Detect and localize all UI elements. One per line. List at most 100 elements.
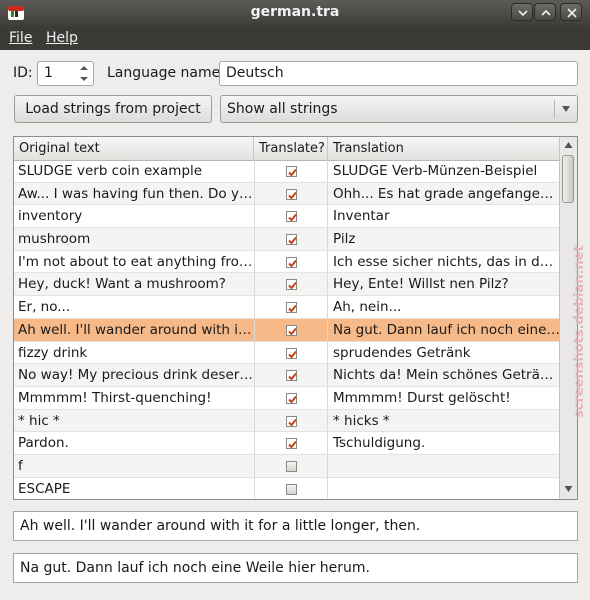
original-text-cell[interactable]: inventory	[14, 205, 254, 227]
minimize-button[interactable]	[511, 3, 533, 21]
translation-cell[interactable]: SLUDGE Verb-Münzen-Beispiel	[328, 160, 560, 182]
translate-checkbox[interactable]	[286, 234, 297, 246]
original-text-cell[interactable]: Hey, duck! Want a mushroom?	[14, 273, 254, 295]
translation-cell[interactable]: Ohh... Es hat grade angefangen, ...	[328, 183, 560, 205]
translate-checkbox[interactable]	[286, 392, 297, 404]
table-row[interactable]: fizzy drink sprudendes Getränk	[14, 341, 560, 365]
chevron-down-icon	[562, 106, 570, 112]
table-row[interactable]: Hey, duck! Want a mushroom? Hey, Ente! Wi…	[14, 273, 560, 297]
title-bar: german.tra	[0, 0, 590, 26]
filter-dropdown[interactable]: Show all strings	[220, 95, 578, 123]
original-text-cell[interactable]: fizzy drink	[14, 342, 254, 364]
translation-cell[interactable]: sprudendes Getränk	[328, 342, 560, 364]
translate-checkbox[interactable]	[286, 438, 297, 450]
table-row[interactable]: I'm not about to eat anything from... Ich…	[14, 250, 560, 274]
table-row[interactable]: No way! My precious drink deserv... Nicht…	[14, 364, 560, 387]
translation-cell[interactable]: Ah, nein...	[328, 296, 560, 318]
checkmark-icon	[288, 304, 297, 313]
translate-cell	[254, 432, 328, 455]
table-row[interactable]: inventory Inventar	[14, 205, 560, 229]
language-name-input[interactable]: Deutsch	[219, 61, 578, 86]
table-row[interactable]: mushroom Pilz	[14, 228, 560, 251]
translation-cell[interactable]: * hicks *	[328, 410, 560, 432]
strings-table[interactable]: Original text Translate? Translation SLU…	[13, 136, 578, 500]
translate-checkbox[interactable]	[286, 211, 297, 223]
translate-checkbox[interactable]	[286, 324, 297, 336]
translation-cell[interactable]	[328, 478, 560, 499]
header-original-text[interactable]: Original text	[14, 137, 254, 160]
translate-checkbox[interactable]	[286, 188, 297, 200]
scroll-down-icon[interactable]	[564, 485, 573, 493]
table-row[interactable]: SLUDGE verb coin example SLUDGE Verb-Münz…	[14, 160, 560, 183]
original-text-cell[interactable]: Pardon.	[14, 432, 254, 454]
original-text-cell[interactable]: ESCAPE	[14, 478, 254, 499]
original-text-cell[interactable]: * hic *	[14, 410, 254, 432]
translate-checkbox[interactable]	[286, 166, 297, 177]
table-row[interactable]: Er, no... Ah, nein...	[14, 296, 560, 319]
translate-checkbox[interactable]	[286, 483, 297, 495]
original-text-cell[interactable]: Mmmmm! Thirst-quenching!	[14, 387, 254, 409]
translation-cell[interactable]: Nichts da! Mein schönes Getränk...	[328, 364, 560, 386]
translate-checkbox[interactable]	[286, 256, 297, 268]
checkmark-icon	[288, 191, 297, 200]
table-row[interactable]: Ah well. I'll wander around with it ... N…	[14, 318, 560, 342]
original-text-cell[interactable]: Er, no...	[14, 296, 254, 318]
id-value[interactable]: 1	[44, 65, 53, 81]
menu-bar: File Help	[0, 26, 590, 50]
translate-checkbox[interactable]	[286, 415, 297, 427]
original-text-cell[interactable]: No way! My precious drink deserv...	[14, 364, 254, 386]
load-strings-button[interactable]: Load strings from project	[14, 95, 212, 123]
checkmark-icon	[288, 418, 297, 427]
maximize-button[interactable]	[534, 3, 556, 21]
translation-cell[interactable]: Hey, Ente! Willst nen Pilz?	[328, 273, 560, 295]
table-row[interactable]: ESCAPE	[14, 477, 560, 499]
translate-cell	[254, 364, 328, 387]
checkmark-icon	[288, 282, 297, 290]
table-row[interactable]: * hic * * hicks *	[14, 409, 560, 433]
id-label: ID:	[13, 65, 33, 81]
scroll-up-icon[interactable]	[564, 141, 573, 149]
spin-down-icon[interactable]	[77, 74, 91, 84]
checkmark-icon	[288, 236, 297, 245]
table-row[interactable]: Aw... I was having fun then. Do yo... Ohh…	[14, 182, 560, 206]
table-header: Original text Translate? Translation	[14, 137, 560, 161]
translation-cell[interactable]: Tschuldigung.	[328, 432, 560, 454]
original-text-cell[interactable]: Aw... I was having fun then. Do yo...	[14, 183, 254, 205]
original-text-cell[interactable]: f	[14, 455, 254, 477]
translation-cell[interactable]: Inventar	[328, 205, 560, 227]
table-body: SLUDGE verb coin example SLUDGE Verb-Münz…	[14, 160, 560, 499]
translate-checkbox[interactable]	[286, 279, 297, 291]
original-text-box[interactable]: Ah well. I'll wander around with it for …	[13, 511, 578, 541]
original-text-cell[interactable]: Ah well. I'll wander around with it ...	[14, 319, 254, 341]
translation-cell[interactable]	[328, 455, 560, 477]
original-text-cell[interactable]: SLUDGE verb coin example	[14, 160, 254, 182]
table-row[interactable]: Mmmmm! Thirst-quenching! Mmmmm! Durst gel…	[14, 386, 560, 410]
checkmark-icon	[288, 373, 297, 381]
translate-cell	[254, 477, 328, 499]
translate-checkbox[interactable]	[286, 302, 297, 314]
translation-cell[interactable]: Na gut. Dann lauf ich noch eine ...	[328, 319, 560, 341]
spin-up-icon[interactable]	[77, 63, 91, 73]
checkmark-icon	[288, 350, 297, 358]
menu-file[interactable]: File	[9, 30, 32, 46]
translation-text-box[interactable]: Na gut. Dann lauf ich noch eine Weile hi…	[13, 553, 578, 583]
translate-cell	[254, 250, 328, 273]
table-row[interactable]: Pardon. Tschuldigung.	[14, 432, 560, 455]
translate-checkbox[interactable]	[286, 370, 297, 382]
translation-cell[interactable]: Ich esse sicher nichts, das in der ...	[328, 251, 560, 273]
translate-cell	[254, 273, 328, 296]
close-icon	[567, 8, 577, 18]
checkmark-icon	[288, 395, 297, 404]
translation-cell[interactable]: Mmmmm! Durst gelöscht!	[328, 387, 560, 409]
id-spinbox[interactable]: 1	[37, 61, 94, 86]
close-button[interactable]	[560, 3, 582, 21]
header-translation[interactable]: Translation	[328, 137, 560, 160]
menu-help[interactable]: Help	[46, 30, 78, 46]
original-text-cell[interactable]: I'm not about to eat anything from...	[14, 251, 254, 273]
translate-checkbox[interactable]	[286, 460, 297, 472]
translate-checkbox[interactable]	[286, 347, 297, 359]
original-text-cell[interactable]: mushroom	[14, 228, 254, 250]
header-translate[interactable]: Translate?	[254, 137, 328, 160]
translation-cell[interactable]: Pilz	[328, 228, 560, 250]
table-row[interactable]: f	[14, 454, 560, 478]
